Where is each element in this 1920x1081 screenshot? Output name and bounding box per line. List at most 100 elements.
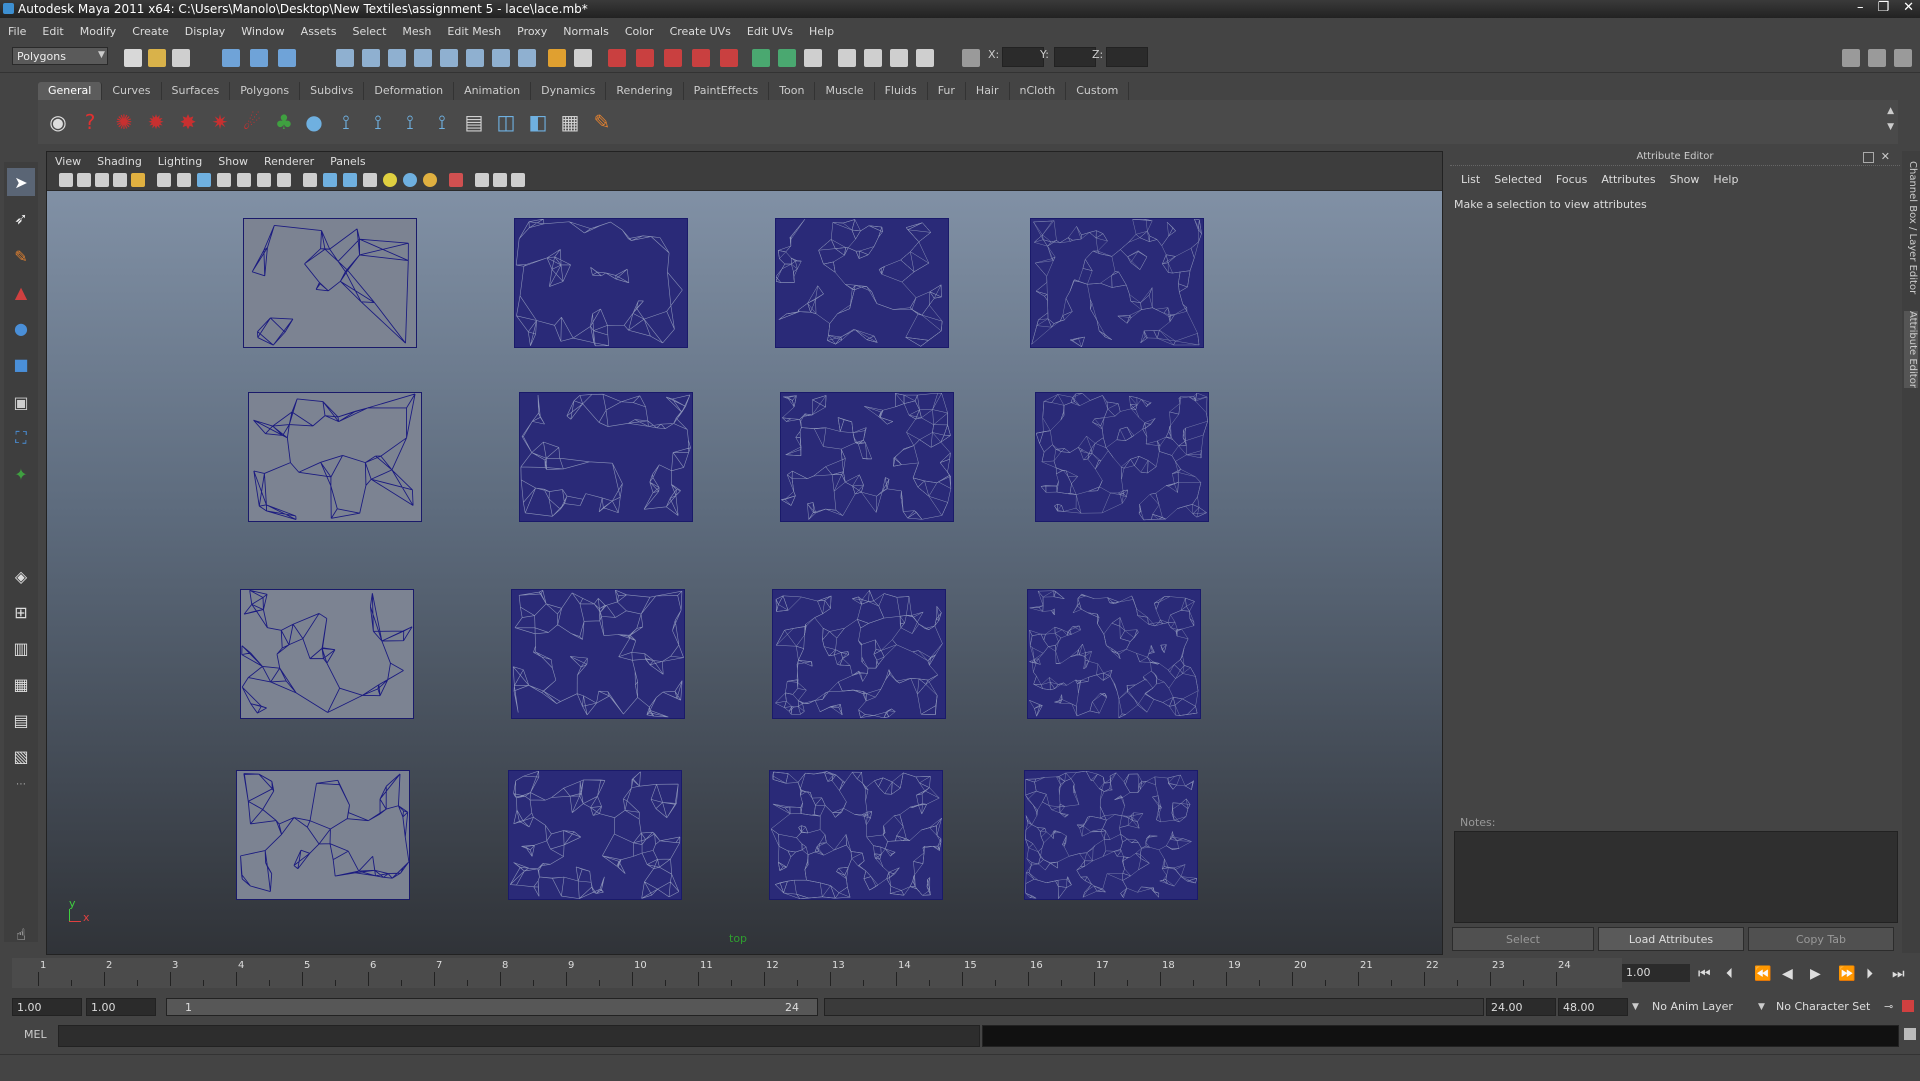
two-d-pan-icon[interactable] (131, 173, 145, 187)
menu-mesh[interactable]: Mesh (394, 25, 439, 38)
render-view-icon[interactable] (608, 49, 626, 67)
persp-graph-layout-icon[interactable]: ▦ (7, 670, 35, 698)
show-tool-settings-icon[interactable] (1868, 49, 1886, 67)
sphere-select-icon[interactable]: ◉ (44, 108, 72, 136)
shelf-scroll-down-icon[interactable]: ▼ (1887, 122, 1894, 132)
lace-mesh-plane[interactable] (248, 392, 422, 522)
viewport-menu-panels[interactable]: Panels (322, 155, 373, 168)
menu-edit-mesh[interactable]: Edit Mesh (439, 25, 509, 38)
smooth-shade-icon[interactable] (323, 173, 337, 187)
shelf-tab-custom[interactable]: Custom (1066, 82, 1130, 100)
lace-mesh-plane[interactable] (514, 218, 688, 348)
last-tool-icon[interactable]: ✦ (7, 460, 35, 488)
viewport-menu-view[interactable]: View (47, 155, 89, 168)
layout-icon[interactable] (804, 49, 822, 67)
minimize-button[interactable]: – (1857, 0, 1864, 15)
help-query-icon[interactable] (518, 49, 536, 67)
shelf-tab-fluids[interactable]: Fluids (875, 82, 928, 100)
xray-icon[interactable] (475, 173, 489, 187)
menu-create[interactable]: Create (124, 25, 177, 38)
end-time-field[interactable]: 48.00 (1558, 998, 1628, 1016)
go-to-start-icon[interactable]: ⏮ (1698, 966, 1711, 982)
shelf-tab-toon[interactable]: Toon (769, 82, 816, 100)
paint-skin-icon[interactable]: ✺ (110, 108, 138, 136)
soft-mod-tool-icon[interactable]: ⛶ (7, 424, 35, 452)
paint-effects-icon[interactable]: ✷ (206, 108, 234, 136)
chevron-down-icon[interactable]: ▼ (1632, 1002, 1639, 1012)
snap-live-icon[interactable] (440, 49, 458, 67)
lace-mesh-plane[interactable] (519, 392, 693, 522)
new-scene-icon[interactable] (124, 49, 142, 67)
step-back-frame-icon[interactable]: ⏪ (1754, 966, 1771, 982)
auto-key-icon[interactable] (1902, 1000, 1914, 1012)
snap-grid-icon[interactable] (336, 49, 354, 67)
use-all-lights-icon[interactable] (403, 173, 417, 187)
camera-attributes-icon[interactable] (77, 173, 91, 187)
brush-icon[interactable]: ✹ (142, 108, 170, 136)
load-attributes-button[interactable]: Load Attributes (1598, 927, 1744, 951)
render-frame-icon[interactable] (636, 49, 654, 67)
menu-normals[interactable]: Normals (555, 25, 617, 38)
layer-icon[interactable] (916, 49, 934, 67)
render-settings-icon[interactable] (692, 49, 710, 67)
lace-mesh-plane[interactable] (769, 770, 943, 900)
snap-plane-icon[interactable] (414, 49, 432, 67)
input-field-icon[interactable] (752, 49, 770, 67)
ae-menu-selected[interactable]: Selected (1487, 173, 1549, 186)
snap-curve-icon[interactable] (362, 49, 380, 67)
isolate-select-icon[interactable] (449, 173, 463, 187)
lace-mesh-plane[interactable] (236, 770, 410, 900)
wireframe-on-shaded-icon[interactable] (343, 173, 357, 187)
menu-assets[interactable]: Assets (293, 25, 345, 38)
magnet-icon[interactable]: ☄ (238, 108, 266, 136)
menu-select[interactable]: Select (344, 25, 394, 38)
tab-attribute-editor[interactable]: Attribute Editor (1904, 311, 1918, 388)
shelf-tab-rendering[interactable]: Rendering (606, 82, 684, 100)
lace-mesh-plane[interactable] (240, 589, 414, 719)
deformer-icon[interactable]: ◫ (492, 108, 520, 136)
select-hierarchy-icon[interactable] (222, 49, 240, 67)
input-output-icon[interactable] (574, 49, 592, 67)
shelf-tab-deformation[interactable]: Deformation (364, 82, 455, 100)
lasso-tool-icon[interactable]: ➶ (7, 204, 35, 232)
playback-end-field[interactable]: 24.00 (1486, 998, 1556, 1016)
z-field[interactable] (1106, 47, 1148, 67)
ae-menu-attributes[interactable]: Attributes (1594, 173, 1662, 186)
viewport-menu-renderer[interactable]: Renderer (256, 155, 322, 168)
anim-layer-dropdown[interactable]: No Anim Layer (1648, 998, 1756, 1016)
custom-layout-icon[interactable]: ▧ (7, 742, 35, 770)
scale-tool-icon[interactable]: ■ (7, 350, 35, 378)
menu-display[interactable]: Display (177, 25, 234, 38)
lace-mesh-plane[interactable] (780, 392, 954, 522)
shelf-tab-subdivs[interactable]: Subdivs (300, 82, 365, 100)
menu-edit[interactable]: Edit (34, 25, 71, 38)
menu-color[interactable]: Color (617, 25, 662, 38)
field-chart-icon[interactable] (237, 173, 251, 187)
lace-mesh-plane[interactable] (1027, 589, 1201, 719)
hypershade-icon[interactable] (720, 49, 738, 67)
sphere-light-icon[interactable]: ● (300, 108, 328, 136)
save-scene-icon[interactable] (172, 49, 190, 67)
tab-channel-box-layer-editor[interactable]: Channel Box / Layer Editor (1904, 161, 1918, 294)
menu-create-uvs[interactable]: Create UVs (662, 25, 739, 38)
current-frame-field[interactable]: 1.00 (1622, 964, 1690, 982)
x-field[interactable] (1002, 47, 1044, 67)
command-input[interactable] (58, 1025, 980, 1047)
step-back-key-icon[interactable]: ⏴ (1726, 966, 1733, 982)
lace-mesh-plane[interactable] (511, 589, 685, 719)
lace-mesh-plane[interactable] (1030, 218, 1204, 348)
more-layouts-icon[interactable]: ⋯ (7, 770, 35, 798)
menu-proxy[interactable]: Proxy (509, 25, 555, 38)
menu-edit-uvs[interactable]: Edit UVs (739, 25, 801, 38)
shelf-tab-muscle[interactable]: Muscle (815, 82, 875, 100)
shelf-scroll-up-icon[interactable]: ▲ (1887, 106, 1894, 116)
float-panel-icon[interactable] (1863, 152, 1874, 163)
y-field[interactable] (1054, 47, 1096, 67)
safe-action-icon[interactable] (257, 173, 271, 187)
menu-set-dropdown[interactable]: Polygons (12, 47, 108, 65)
go-to-end-icon[interactable]: ⏭ (1892, 966, 1905, 982)
rotate-tool-icon[interactable]: ● (7, 314, 35, 342)
select-tool-icon[interactable]: ➤ (7, 168, 35, 196)
ipr-render-icon[interactable] (664, 49, 682, 67)
step-forward-key-icon[interactable]: ⏵ (1866, 966, 1873, 982)
